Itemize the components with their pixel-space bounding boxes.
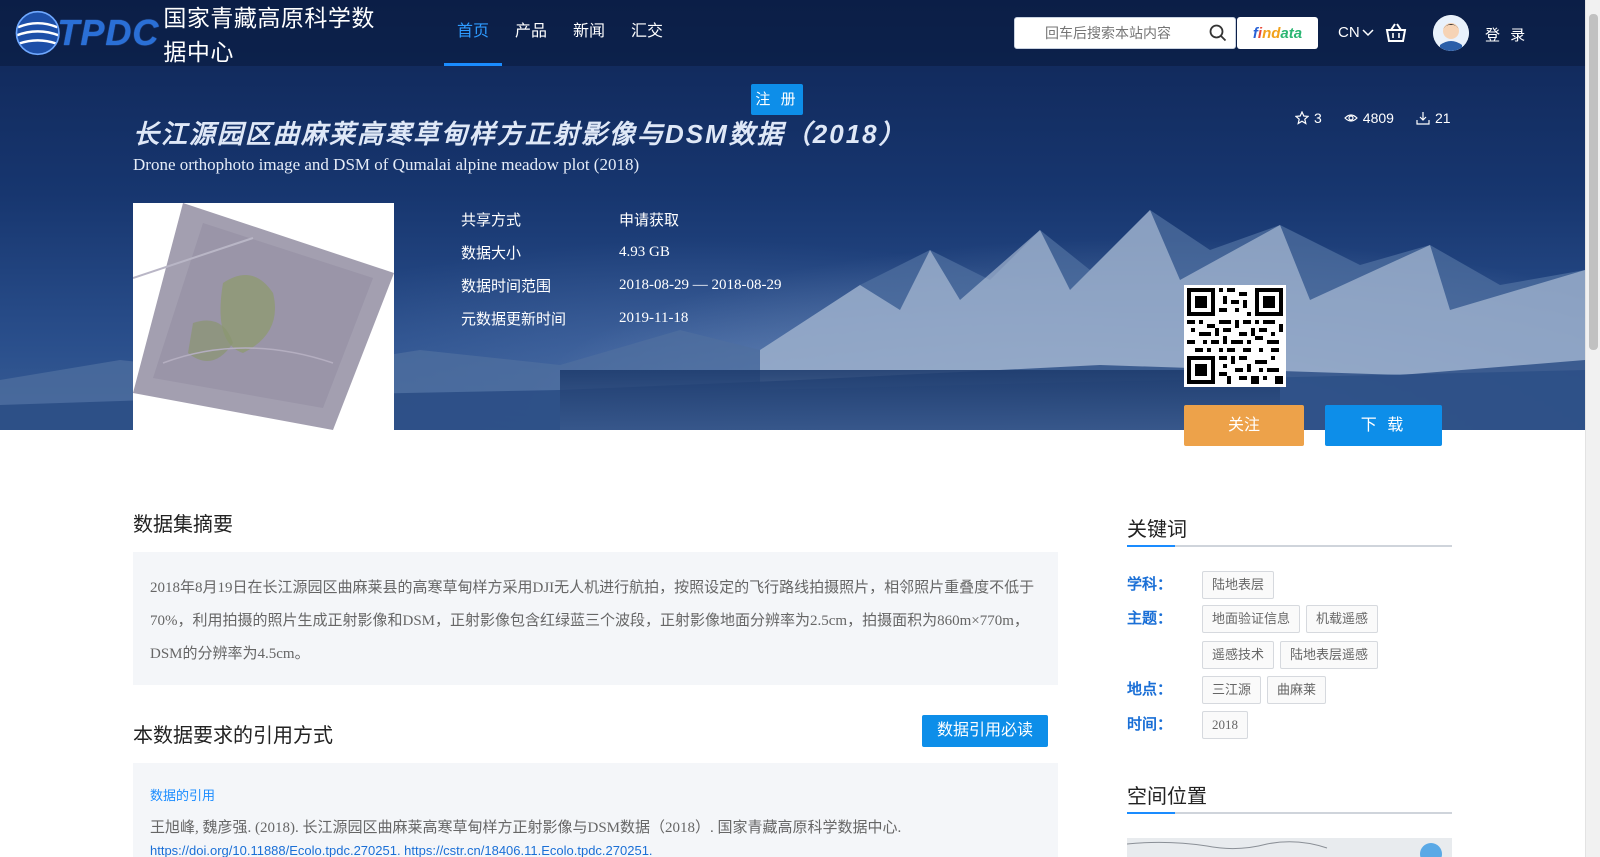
keyword-tags: 地面验证信息 机载遥感 遥感技术 陆地表层遥感 bbox=[1202, 605, 1452, 669]
meta-key: 数据时间范围 bbox=[461, 278, 552, 295]
language-label: CN bbox=[1338, 24, 1360, 41]
citation-doi-link[interactable]: https://doi.org/10.11888/Ecolo.tpdc.2702… bbox=[150, 843, 1041, 857]
citation-text: 王旭峰, 魏彦强. (2018). 长江源园区曲麻莱高寒草甸样方正射影像与DSM… bbox=[150, 820, 902, 836]
avatar-icon bbox=[1433, 15, 1469, 51]
location-divider bbox=[1127, 812, 1452, 814]
nav-products[interactable]: 产品 bbox=[502, 0, 560, 66]
basket-icon[interactable] bbox=[1385, 22, 1407, 44]
logo-text: TPDC bbox=[57, 12, 160, 53]
nav-submit[interactable]: 汇交 bbox=[618, 0, 676, 66]
globe-logo-icon bbox=[15, 10, 60, 56]
qr-code-icon bbox=[1187, 288, 1283, 384]
keywords-divider bbox=[1127, 545, 1452, 547]
meta-value: 2019-11-18 bbox=[619, 310, 689, 326]
register-button[interactable]: 注 册 bbox=[751, 84, 803, 115]
downloads-count: 21 bbox=[1434, 110, 1451, 126]
keyword-label: 地点： bbox=[1127, 681, 1173, 698]
meta-value: 4.93 GB bbox=[619, 244, 670, 260]
search-input[interactable] bbox=[1015, 18, 1195, 48]
meta-key: 共享方式 bbox=[461, 212, 522, 229]
citation-heading: 本数据要求的引用方式 bbox=[133, 725, 333, 747]
keyword-tag[interactable]: 2018 bbox=[1202, 711, 1248, 739]
qr-code bbox=[1184, 285, 1286, 387]
language-select[interactable]: CN bbox=[1338, 24, 1374, 41]
logo-chinese-name: 国家青藏高原科学数据中心 bbox=[163, 5, 375, 65]
abstract-heading: 数据集摘要 bbox=[133, 514, 233, 536]
map-outline bbox=[1127, 841, 1442, 857]
abstract-text: 2018年8月19日在长江源园区曲麻莱县的高寒草甸样方采用DJI无人机进行航拍，… bbox=[133, 552, 1058, 685]
citation-box: 数据的引用 王旭峰, 魏彦强. (2018). 长江源园区曲麻莱高寒草甸样方正射… bbox=[133, 763, 1058, 857]
meta-value: 申请获取 bbox=[619, 213, 680, 229]
downloads-stat: 21 bbox=[1416, 110, 1451, 126]
keyword-row-discipline: 学科： 陆地表层 bbox=[1127, 571, 1452, 599]
meta-row: 共享方式 申请获取 bbox=[461, 203, 781, 236]
main-nav: 首页 产品 新闻 汇交 bbox=[444, 0, 676, 66]
download-button[interactable]: 下 载 bbox=[1325, 405, 1442, 446]
chevron-down-icon bbox=[1362, 28, 1374, 36]
keyword-tag[interactable]: 陆地表层 bbox=[1202, 571, 1275, 599]
search-icon[interactable] bbox=[1209, 24, 1227, 42]
keyword-tag[interactable]: 地面验证信息 bbox=[1202, 605, 1301, 633]
follow-button[interactable]: 关注 bbox=[1184, 405, 1304, 446]
views-count: 4809 bbox=[1362, 110, 1394, 126]
nav-news[interactable]: 新闻 bbox=[560, 0, 618, 66]
citation-label: 数据的引用 bbox=[150, 788, 216, 803]
meta-row: 数据时间范围 2018-08-29 — 2018-08-29 bbox=[461, 269, 781, 302]
dataset-stats: 3 4809 21 bbox=[1295, 110, 1451, 126]
site-logo[interactable]: TPDC 国家青藏高原科学数据中心 bbox=[14, 4, 394, 65]
citation-guide-button[interactable]: 数据引用必读 bbox=[922, 715, 1048, 747]
keyword-label: 学科： bbox=[1127, 576, 1173, 593]
keyword-tag[interactable]: 陆地表层遥感 bbox=[1280, 641, 1379, 669]
search-box bbox=[1014, 17, 1236, 49]
dataset-metadata: 共享方式 申请获取 数据大小 4.93 GB 数据时间范围 2018-08-29… bbox=[461, 203, 781, 335]
keyword-tags: 三江源 曲麻莱 bbox=[1202, 676, 1452, 704]
meta-key: 元数据更新时间 bbox=[461, 311, 567, 328]
star-icon bbox=[1295, 111, 1309, 125]
findata-letter: nd bbox=[1262, 24, 1281, 42]
keyword-tag[interactable]: 遥感技术 bbox=[1202, 641, 1275, 669]
scrollbar-thumb[interactable] bbox=[1589, 14, 1598, 350]
user-avatar[interactable] bbox=[1433, 15, 1469, 51]
dataset-title-zh: 长江源园区曲麻莱高寒草甸样方正射影像与DSM数据（2018） bbox=[133, 119, 907, 149]
keyword-tag[interactable]: 机载遥感 bbox=[1306, 605, 1379, 633]
keyword-row-time: 时间： 2018 bbox=[1127, 711, 1452, 739]
keyword-label: 时间： bbox=[1127, 716, 1173, 733]
meta-value: 2018-08-29 — 2018-08-29 bbox=[619, 277, 782, 293]
stars-stat[interactable]: 3 bbox=[1295, 110, 1322, 126]
orthophoto-image bbox=[133, 203, 394, 430]
keyword-tags: 2018 bbox=[1202, 711, 1452, 739]
findata-letter: ata bbox=[1280, 24, 1303, 42]
keyword-row-place: 地点： 三江源 曲麻莱 bbox=[1127, 676, 1452, 704]
keyword-label: 主题： bbox=[1127, 610, 1173, 627]
findata-link[interactable]: f i nd ata bbox=[1237, 17, 1318, 49]
meta-row: 数据大小 4.93 GB bbox=[461, 236, 781, 269]
views-stat: 4809 bbox=[1343, 110, 1394, 126]
location-map[interactable] bbox=[1127, 838, 1452, 857]
keyword-tag[interactable]: 三江源 bbox=[1202, 676, 1262, 704]
nav-home[interactable]: 首页 bbox=[444, 0, 503, 66]
page-scrollbar[interactable] bbox=[1585, 0, 1600, 857]
lake-background bbox=[560, 370, 1280, 430]
dataset-thumbnail[interactable] bbox=[133, 203, 394, 430]
stars-count: 3 bbox=[1314, 110, 1322, 126]
location-heading: 空间位置 bbox=[1127, 786, 1207, 808]
top-navbar: TPDC 国家青藏高原科学数据中心 首页 产品 新闻 汇交 findata CN bbox=[0, 0, 1585, 66]
keyword-tag[interactable]: 曲麻莱 bbox=[1267, 676, 1327, 704]
login-link[interactable]: 登 录 bbox=[1485, 24, 1528, 45]
keyword-row-theme: 主题： 地面验证信息 机载遥感 遥感技术 陆地表层遥感 bbox=[1127, 605, 1452, 669]
dataset-title-en: Drone orthophoto image and DSM of Qumala… bbox=[133, 155, 640, 174]
keywords-heading: 关键词 bbox=[1127, 519, 1187, 541]
meta-key: 数据大小 bbox=[461, 245, 522, 262]
meta-row: 元数据更新时间 2019-11-18 bbox=[461, 302, 781, 335]
download-icon bbox=[1416, 112, 1430, 125]
eye-icon bbox=[1343, 114, 1358, 122]
keyword-tags: 陆地表层 bbox=[1202, 571, 1452, 599]
